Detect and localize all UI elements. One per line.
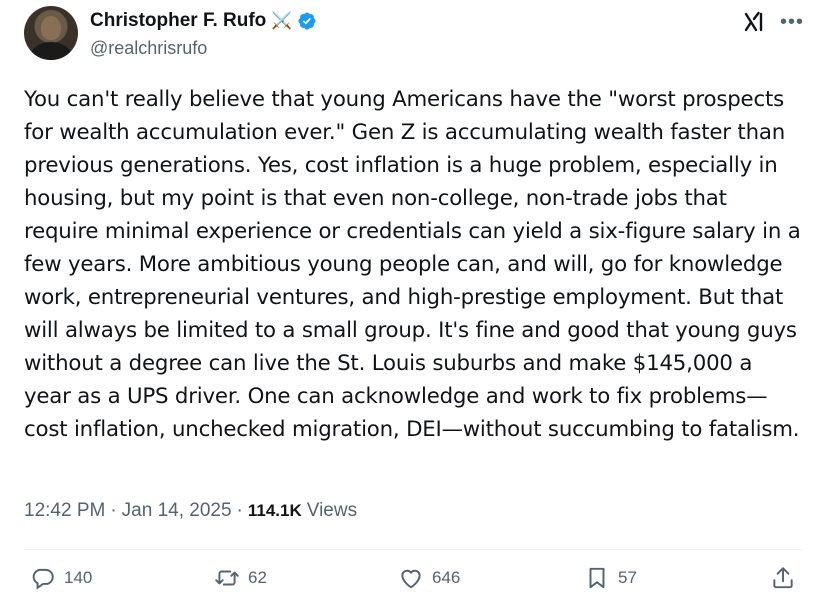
like-count: 646 bbox=[432, 568, 461, 587]
repost-count: 62 bbox=[248, 568, 267, 587]
avatar[interactable] bbox=[24, 6, 78, 60]
bookmark-button[interactable]: 57 bbox=[584, 565, 637, 591]
bookmark-icon bbox=[589, 567, 605, 589]
grok-icon[interactable] bbox=[742, 10, 766, 34]
more-icon[interactable]: ••• bbox=[780, 11, 804, 34]
bookmark-count: 57 bbox=[618, 568, 637, 587]
repost-icon bbox=[215, 570, 239, 586]
repost-button[interactable]: 62 bbox=[214, 565, 267, 591]
divider bbox=[24, 549, 802, 550]
avatar-face bbox=[41, 16, 61, 40]
meta-separator-2: · bbox=[236, 500, 243, 521]
like-button[interactable]: 646 bbox=[398, 565, 460, 591]
tweet-meta: 12:42 PM · Jan 14, 2025 · 114.1K Views bbox=[24, 500, 357, 522]
views-count[interactable]: 114.1K bbox=[248, 501, 302, 521]
heart-icon bbox=[401, 569, 421, 589]
tweet-text: You can't really believe that young Amer… bbox=[24, 87, 801, 442]
avatar-body bbox=[30, 42, 72, 60]
tweet-date[interactable]: Jan 14, 2025 bbox=[122, 500, 232, 522]
meta-separator: · bbox=[110, 500, 117, 521]
crossed-swords-emoji: ⚔️ bbox=[271, 11, 293, 30]
reply-count: 140 bbox=[64, 568, 93, 587]
verified-badge-icon bbox=[298, 12, 316, 30]
action-bar: 140 62 646 57 bbox=[24, 565, 802, 599]
tweet-time[interactable]: 12:42 PM bbox=[24, 500, 105, 522]
reply-button[interactable]: 140 bbox=[30, 565, 92, 591]
author-display-name[interactable]: Christopher F. Rufo bbox=[90, 10, 266, 32]
tweet-header: Christopher F. Rufo ⚔️ @realchrisrufo ••… bbox=[24, 6, 804, 66]
author-handle[interactable]: @realchrisrufo bbox=[90, 38, 207, 59]
views-label: Views bbox=[306, 500, 358, 521]
reply-icon bbox=[32, 568, 54, 590]
name-row: Christopher F. Rufo ⚔️ bbox=[90, 10, 317, 32]
share-button[interactable] bbox=[770, 565, 796, 591]
top-actions: ••• bbox=[742, 10, 804, 34]
share-icon bbox=[773, 567, 793, 589]
